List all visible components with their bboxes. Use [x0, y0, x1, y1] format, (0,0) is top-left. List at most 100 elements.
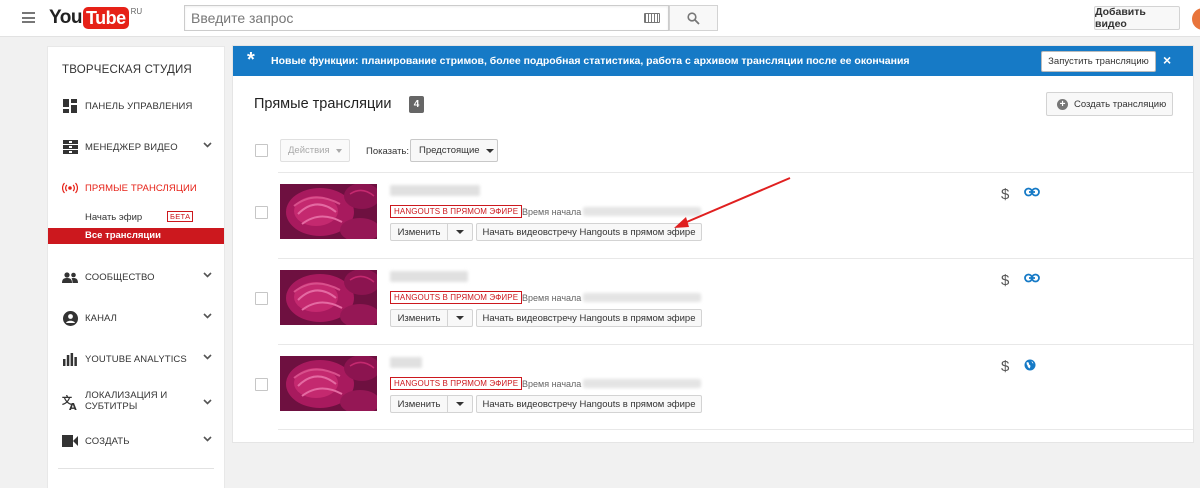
- globe-icon[interactable]: [1024, 359, 1036, 371]
- create-broadcast-label: Создать трансляцию: [1074, 98, 1167, 110]
- caret-down-icon: [456, 316, 464, 320]
- sidebar-subitem-all-broadcasts[interactable]: Все трансляции: [48, 228, 224, 244]
- edit-button[interactable]: Изменить: [390, 223, 448, 241]
- sidebar-item-dashboard[interactable]: ПАНЕЛЬ УПРАВЛЕНИЯ: [48, 94, 224, 118]
- youtube-logo[interactable]: You Tube RU: [49, 6, 142, 30]
- link-icon[interactable]: [1024, 273, 1040, 283]
- sidebar-item-create[interactable]: СОЗДАТЬ: [48, 429, 224, 453]
- sidebar-divider: [58, 468, 214, 469]
- sidebar-item-label-line1: ЛОКАЛИЗАЦИЯ И: [85, 390, 168, 401]
- start-stream-button[interactable]: Запустить трансляцию: [1041, 51, 1156, 72]
- creator-studio-sidebar: ТВОРЧЕСКАЯ СТУДИЯ ПАНЕЛЬ УПРАВЛЕНИЯ МЕНЕ…: [47, 46, 225, 488]
- top-bar: You Tube RU Добавить видео: [0, 0, 1200, 37]
- sidebar-subitem-go-live[interactable]: Начать эфир БЕТА: [48, 210, 224, 226]
- keyboard-icon[interactable]: [644, 13, 660, 23]
- logo-region: RU: [130, 7, 143, 16]
- start-time-label: Время начала: [522, 293, 582, 303]
- video-thumbnail[interactable]: [280, 356, 377, 411]
- svg-text:A: A: [69, 402, 77, 410]
- row-checkbox[interactable]: [255, 206, 268, 219]
- caret-down-icon: [335, 148, 342, 153]
- chevron-down-icon[interactable]: [203, 436, 212, 442]
- avatar[interactable]: [1192, 8, 1200, 30]
- beta-badge: БЕТА: [167, 211, 194, 222]
- star-icon: *: [247, 49, 255, 71]
- hangouts-live-badge: HANGOUTS В ПРЯМОМ ЭФИРЕ: [390, 377, 523, 390]
- close-icon[interactable]: ×: [1163, 53, 1171, 67]
- video-thumbnail[interactable]: [280, 270, 377, 325]
- search-box: [184, 5, 669, 31]
- start-hangout-button[interactable]: Начать видеовстречу Hangouts в прямом эф…: [476, 309, 702, 327]
- chevron-down-icon[interactable]: [203, 142, 212, 148]
- sidebar-subitem-label: Все трансляции: [85, 230, 161, 241]
- broadcast-title-redacted[interactable]: [390, 271, 468, 282]
- sidebar-item-localization[interactable]: 文A ЛОКАЛИЗАЦИЯ И СУБТИТРЫ: [48, 387, 224, 417]
- row-checkbox[interactable]: [255, 378, 268, 391]
- chevron-down-icon[interactable]: [203, 272, 212, 278]
- sidebar-item-label-line2: СУБТИТРЫ: [85, 401, 138, 412]
- hangouts-live-badge: HANGOUTS В ПРЯМОМ ЭФИРЕ: [390, 291, 523, 304]
- video-thumbnail[interactable]: [280, 184, 377, 239]
- start-time-label: Время начала: [522, 207, 582, 217]
- channel-icon: [62, 310, 78, 326]
- broadcast-title-redacted[interactable]: [390, 185, 480, 196]
- actions-dropdown[interactable]: Действия: [280, 139, 350, 162]
- sidebar-item-channel[interactable]: КАНАЛ: [48, 306, 224, 330]
- edit-button[interactable]: Изменить: [390, 309, 448, 327]
- sidebar-item-label: МЕНЕДЖЕР ВИДЕО: [85, 141, 178, 153]
- row-checkbox[interactable]: [255, 292, 268, 305]
- new-features-banner: * Новые функции: планирование стримов, б…: [233, 46, 1193, 76]
- count-badge: 4: [409, 96, 424, 113]
- link-icon[interactable]: [1024, 187, 1040, 197]
- sidebar-item-label: YOUTUBE ANALYTICS: [85, 353, 187, 365]
- caret-down-icon: [485, 148, 494, 153]
- edit-options-dropdown[interactable]: [448, 223, 473, 241]
- chevron-down-icon[interactable]: [203, 313, 212, 319]
- hangouts-live-badge: HANGOUTS В ПРЯМОМ ЭФИРЕ: [390, 205, 523, 218]
- chevron-down-icon[interactable]: [203, 354, 212, 360]
- translate-icon: 文A: [62, 394, 78, 410]
- select-all-checkbox[interactable]: [255, 144, 268, 157]
- community-icon: [62, 269, 78, 285]
- video-manager-icon: [62, 139, 78, 155]
- search-input[interactable]: [185, 6, 625, 30]
- chevron-down-icon[interactable]: [203, 399, 212, 405]
- caret-down-icon: [456, 230, 464, 234]
- studio-title: ТВОРЧЕСКАЯ СТУДИЯ: [62, 64, 192, 76]
- sidebar-item-label: СОЗДАТЬ: [85, 435, 130, 447]
- banner-message: Новые функции: планирование стримов, бол…: [271, 55, 910, 67]
- create-broadcast-button[interactable]: + Создать трансляцию: [1046, 92, 1173, 116]
- monetization-icon[interactable]: $: [1001, 187, 1009, 202]
- dashboard-icon: [62, 98, 78, 114]
- sidebar-item-label: ПАНЕЛЬ УПРАВЛЕНИЯ: [85, 100, 193, 112]
- caret-down-icon: [456, 402, 464, 406]
- filter-value: Предстоящие: [419, 145, 480, 156]
- monetization-icon[interactable]: $: [1001, 359, 1009, 374]
- create-video-icon: [62, 433, 78, 449]
- start-time-redacted: [583, 207, 701, 216]
- sidebar-item-analytics[interactable]: YOUTUBE ANALYTICS: [48, 347, 224, 371]
- sidebar-item-video-manager[interactable]: МЕНЕДЖЕР ВИДЕО: [48, 135, 224, 159]
- broadcast-row: HANGOUTS В ПРЯМОМ ЭФИРЕ Время начала Изм…: [255, 172, 1193, 258]
- upload-video-button[interactable]: Добавить видео: [1094, 6, 1180, 30]
- edit-options-dropdown[interactable]: [448, 309, 473, 327]
- live-streams-panel: * Новые функции: планирование стримов, б…: [232, 45, 1194, 443]
- edit-button[interactable]: Изменить: [390, 395, 448, 413]
- search-icon: [687, 11, 700, 25]
- logo-tube: Tube: [82, 7, 129, 29]
- filter-dropdown[interactable]: Предстоящие: [410, 139, 498, 162]
- start-time-label: Время начала: [522, 379, 582, 389]
- logo-you: You: [49, 7, 82, 28]
- start-hangout-button[interactable]: Начать видеовстречу Hangouts в прямом эф…: [476, 223, 702, 241]
- sidebar-item-community[interactable]: СООБЩЕСТВО: [48, 265, 224, 289]
- broadcast-row: HANGOUTS В ПРЯМОМ ЭФИРЕ Время начала Изм…: [255, 258, 1193, 344]
- sidebar-item-live-streaming[interactable]: ПРЯМЫЕ ТРАНСЛЯЦИИ: [48, 176, 224, 200]
- edit-options-dropdown[interactable]: [448, 395, 473, 413]
- menu-icon[interactable]: [22, 12, 35, 23]
- broadcast-title-redacted[interactable]: [390, 357, 422, 368]
- search-button[interactable]: [669, 5, 718, 31]
- monetization-icon[interactable]: $: [1001, 273, 1009, 288]
- start-hangout-button[interactable]: Начать видеовстречу Hangouts в прямом эф…: [476, 395, 702, 413]
- start-time-redacted: [583, 293, 701, 302]
- sidebar-item-label: ПРЯМЫЕ ТРАНСЛЯЦИИ: [85, 182, 197, 194]
